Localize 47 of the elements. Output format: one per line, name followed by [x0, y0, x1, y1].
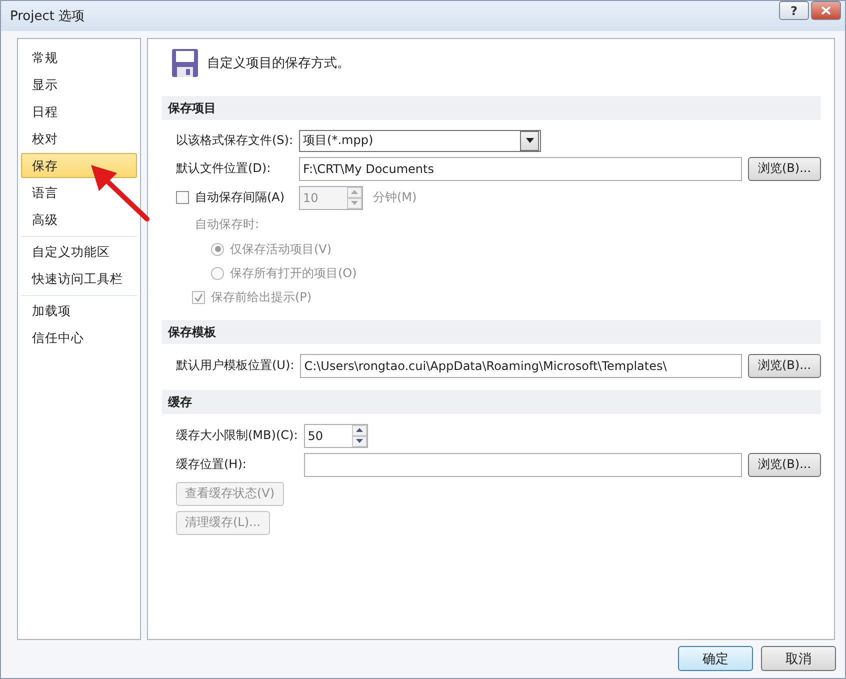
section-header: 保存项目 [162, 96, 821, 120]
sidebar-item[interactable]: 语言 [21, 180, 137, 205]
spin-down-button[interactable] [352, 436, 367, 447]
sidebar-item[interactable]: 校对 [21, 126, 137, 151]
field-label: 以该格式保存文件(S): [176, 132, 294, 150]
sidebar-item[interactable]: 自定义功能区 [21, 238, 137, 264]
path-input[interactable]: F:\CRT\My Documents [299, 156, 742, 181]
close-icon [821, 6, 831, 15]
close-button[interactable] [811, 1, 841, 20]
path-input[interactable]: C:\Users\rongtao.cui\AppData\Roaming\Microsoft\Templates\ [300, 354, 742, 378]
sidebar-item[interactable]: 信任中心 [21, 324, 137, 350]
sidebar-item[interactable]: 日程 [21, 98, 137, 124]
number-spinner[interactable]: 50 [304, 424, 368, 448]
radio-label: 仅保存活动项目(V) [230, 240, 332, 258]
section-header: 缓存 [162, 390, 821, 414]
page-description: 自定义项目的保存方式。 [207, 54, 350, 72]
dropdown-arrow-icon [526, 138, 534, 144]
checkbox-label: 自动保存间隔(A) [195, 189, 286, 206]
sidebar-item[interactable]: 高级 [21, 206, 137, 232]
radio-label: 保存所有打开的项目(O) [230, 264, 357, 282]
section-header: 保存模板 [162, 320, 821, 344]
spin-up-button[interactable] [352, 424, 367, 436]
down-arrow-icon [351, 201, 358, 206]
window-title: Project 选项 [10, 8, 86, 25]
up-arrow-icon [356, 428, 363, 432]
checkbox-label: 保存前给出提示(P) [211, 289, 312, 306]
browse-button[interactable]: 浏览(B)... [748, 452, 821, 477]
sidebar-item[interactable]: 快速访问工具栏 [21, 266, 137, 291]
sidebar-item[interactable]: 常规 [21, 44, 137, 70]
browse-button[interactable]: 浏览(B)... [748, 354, 821, 378]
field-label: 默认用户模板位置(U): [176, 357, 294, 374]
format-dropdown[interactable]: 项目(*.mpp) [299, 130, 542, 152]
help-button[interactable]: ? [779, 1, 809, 20]
down-arrow-icon [356, 439, 363, 444]
path-input[interactable] [304, 452, 742, 477]
sidebar-item[interactable]: 加载项 [21, 298, 137, 323]
up-arrow-icon [351, 190, 358, 194]
field-label: 默认文件位置(D): [176, 160, 272, 178]
ok-button[interactable]: 确定 [678, 646, 753, 672]
browse-button[interactable]: 浏览(B)... [748, 156, 821, 181]
field-label: 缓存大小限制(MB)(C): [176, 427, 298, 444]
sidebar-item[interactable]: 保存 [21, 152, 137, 178]
field-label: 缓存位置(H): [176, 456, 248, 474]
sidebar-item[interactable]: 显示 [21, 72, 137, 97]
unit-label: 分钟(M) [373, 189, 417, 206]
group-caption: 自动保存时: [195, 216, 260, 234]
cancel-button[interactable]: 取消 [761, 646, 836, 672]
